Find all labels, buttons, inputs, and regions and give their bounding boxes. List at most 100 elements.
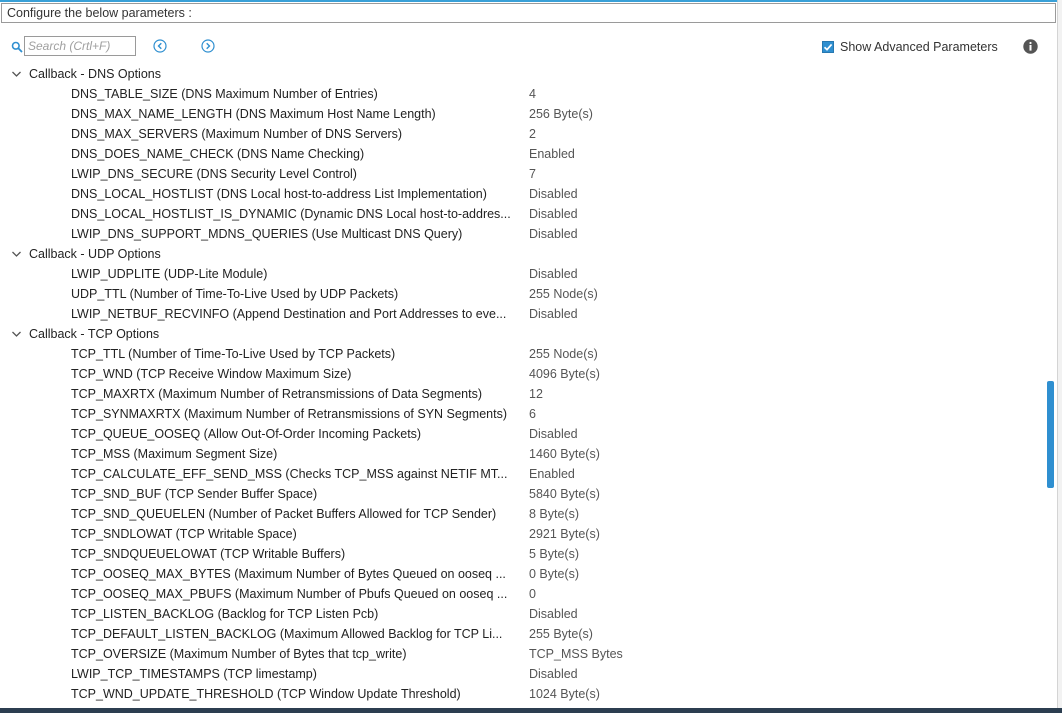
parameter-value[interactable]: 256 Byte(s) (529, 104, 593, 124)
parameter-value[interactable]: 5840 Byte(s) (529, 484, 600, 504)
parameter-name: TCP_MAXRTX (Maximum Number of Retransmis… (71, 387, 482, 401)
parameter-row[interactable]: TCP_OVERSIZE (Maximum Number of Bytes th… (0, 644, 1046, 664)
parameter-row[interactable]: TCP_SND_BUF (TCP Sender Buffer Space) 584… (0, 484, 1046, 504)
parameter-row[interactable]: DNS_MAX_NAME_LENGTH (DNS Maximum Host Na… (0, 104, 1046, 124)
parameter-name: DNS_DOES_NAME_CHECK (DNS Name Checking) (71, 147, 365, 161)
parameter-value[interactable]: 255 Node(s) (529, 344, 598, 364)
top-accent-line (0, 0, 1062, 2)
parameter-row[interactable]: TCP_DEFAULT_LISTEN_BACKLOG (Maximum Allo… (0, 624, 1046, 644)
chevron-down-icon[interactable] (11, 329, 22, 339)
vertical-scrollbar-thumb[interactable] (1047, 381, 1054, 488)
parameter-value[interactable]: Disabled (529, 224, 578, 244)
info-icon[interactable] (1023, 39, 1038, 54)
parameter-value[interactable]: TCP_MSS Bytes (529, 644, 623, 664)
parameter-row[interactable]: TCP_QUEUE_OOSEQ (Allow Out-Of-Order Inco… (0, 424, 1046, 444)
parameter-name: LWIP_DNS_SECURE (DNS Security Level Cont… (71, 167, 357, 181)
parameter-name: LWIP_TCP_TIMESTAMPS (TCP limestamp) (71, 667, 317, 681)
parameter-value[interactable]: 0 Byte(s) (529, 564, 579, 584)
search-input[interactable] (24, 36, 136, 56)
parameter-value[interactable]: 255 Node(s) (529, 284, 598, 304)
parameter-name: TCP_WND (TCP Receive Window Maximum Size… (71, 367, 352, 381)
parameter-row[interactable]: TCP_WND (TCP Receive Window Maximum Size… (0, 364, 1046, 384)
parameter-value[interactable]: Disabled (529, 264, 578, 284)
parameter-row[interactable]: TCP_OOSEQ_MAX_PBUFS (Maximum Number of P… (0, 584, 1046, 604)
parameter-name: TCP_OOSEQ_MAX_PBUFS (Maximum Number of P… (71, 587, 508, 601)
chevron-down-icon[interactable] (11, 249, 22, 259)
group-header[interactable]: Callback - UDP Options (0, 244, 1046, 264)
search-icon (11, 41, 23, 53)
parameter-name: TCP_SYNMAXRTX (Maximum Number of Retrans… (71, 407, 507, 421)
group-header[interactable]: Callback - TCP Options (0, 324, 1046, 344)
parameter-value[interactable]: 12 (529, 384, 543, 404)
window-right-edge (1057, 0, 1062, 713)
parameter-row[interactable]: DNS_LOCAL_HOSTLIST_IS_DYNAMIC (Dynamic D… (0, 204, 1046, 224)
parameter-value[interactable]: Disabled (529, 184, 578, 204)
parameter-value[interactable]: 255 Byte(s) (529, 624, 593, 644)
parameter-value[interactable]: 0 (529, 584, 536, 604)
parameter-row[interactable]: TCP_WND_UPDATE_THRESHOLD (TCP Window Upd… (0, 684, 1046, 704)
parameter-row[interactable]: TCP_SNDQUEUELOWAT (TCP Writable Buffers)… (0, 544, 1046, 564)
parameter-name: UDP_TTL (Number of Time-To-Live Used by … (71, 287, 399, 301)
parameter-value[interactable]: 5 Byte(s) (529, 544, 579, 564)
group-label: Callback - DNS Options (29, 67, 161, 81)
parameter-name: DNS_TABLE_SIZE (DNS Maximum Number of En… (71, 87, 378, 101)
parameter-name: TCP_TTL (Number of Time-To-Live Used by … (71, 347, 396, 361)
parameter-row[interactable]: LWIP_NETBUF_RECVINFO (Append Destination… (0, 304, 1046, 324)
parameter-row[interactable]: TCP_TTL (Number of Time-To-Live Used by … (0, 344, 1046, 364)
parameter-row[interactable]: LWIP_DNS_SUPPORT_MDNS_QUERIES (Use Multi… (0, 224, 1046, 244)
parameter-value[interactable]: 1460 Byte(s) (529, 444, 600, 464)
parameter-value[interactable]: 1024 Byte(s) (529, 684, 600, 704)
parameter-value[interactable]: 2 (529, 124, 536, 144)
parameter-row[interactable]: TCP_SNDLOWAT (TCP Writable Space) 2921 By… (0, 524, 1046, 544)
parameter-row[interactable]: DNS_DOES_NAME_CHECK (DNS Name Checking) E… (0, 144, 1046, 164)
parameter-row[interactable]: DNS_TABLE_SIZE (DNS Maximum Number of En… (0, 84, 1046, 104)
parameter-name: TCP_SNDQUEUELOWAT (TCP Writable Buffers) (71, 547, 346, 561)
parameter-value[interactable]: 7 (529, 164, 536, 184)
parameter-name: TCP_OVERSIZE (Maximum Number of Bytes th… (71, 647, 407, 661)
parameter-row[interactable]: TCP_SYNMAXRTX (Maximum Number of Retrans… (0, 404, 1046, 424)
parameter-value[interactable]: Enabled (529, 464, 575, 484)
parameter-name: TCP_SND_QUEUELEN (Number of Packet Buffe… (71, 507, 497, 521)
parameter-row[interactable]: TCP_MAXRTX (Maximum Number of Retransmis… (0, 384, 1046, 404)
chevron-down-icon[interactable] (11, 69, 22, 79)
show-advanced-checkbox[interactable] (822, 41, 834, 53)
parameter-name: TCP_CALCULATE_EFF_SEND_MSS (Checks TCP_M… (71, 467, 508, 481)
parameter-row[interactable]: LWIP_TCP_TIMESTAMPS (TCP limestamp) Disab… (0, 664, 1046, 684)
show-advanced-label: Show Advanced Parameters (840, 40, 998, 54)
parameter-value[interactable]: Disabled (529, 424, 578, 444)
parameter-row[interactable]: TCP_SND_QUEUELEN (Number of Packet Buffe… (0, 504, 1046, 524)
parameter-value[interactable]: 6 (529, 404, 536, 424)
show-advanced-parameters-toggle[interactable]: Show Advanced Parameters (822, 39, 998, 55)
configure-parameters-header: Configure the below parameters : (1, 3, 1056, 23)
parameter-row[interactable]: TCP_LISTEN_BACKLOG (Backlog for TCP List… (0, 604, 1046, 624)
parameter-row[interactable]: LWIP_UDPLITE (UDP-Lite Module) Disabled (0, 264, 1046, 284)
parameter-value[interactable]: 4 (529, 84, 536, 104)
parameter-name: DNS_LOCAL_HOSTLIST (DNS Local host-to-ad… (71, 187, 487, 201)
parameter-row[interactable]: DNS_MAX_SERVERS (Maximum Number of DNS S… (0, 124, 1046, 144)
group-label: Callback - UDP Options (29, 247, 161, 261)
group-header[interactable]: Callback - DNS Options (0, 64, 1046, 84)
parameter-value[interactable]: Disabled (529, 664, 578, 684)
parameter-row[interactable]: TCP_MSS (Maximum Segment Size) 1460 Byte(… (0, 444, 1046, 464)
parameter-value[interactable]: Enabled (529, 144, 575, 164)
parameter-name: LWIP_UDPLITE (UDP-Lite Module) (71, 267, 268, 281)
parameter-value[interactable]: 8 Byte(s) (529, 504, 579, 524)
parameter-row[interactable]: TCP_OOSEQ_MAX_BYTES (Maximum Number of B… (0, 564, 1046, 584)
parameter-value[interactable]: Disabled (529, 204, 578, 224)
parameter-name: TCP_QUEUE_OOSEQ (Allow Out-Of-Order Inco… (71, 427, 422, 441)
parameter-name: DNS_MAX_SERVERS (Maximum Number of DNS S… (71, 127, 403, 141)
parameter-value[interactable]: Disabled (529, 604, 578, 624)
parameter-value[interactable]: 2921 Byte(s) (529, 524, 600, 544)
parameter-name: DNS_MAX_NAME_LENGTH (DNS Maximum Host Na… (71, 107, 436, 121)
parameter-row[interactable]: DNS_LOCAL_HOSTLIST (DNS Local host-to-ad… (0, 184, 1046, 204)
parameter-row[interactable]: TCP_CALCULATE_EFF_SEND_MSS (Checks TCP_M… (0, 464, 1046, 484)
parameter-value[interactable]: Disabled (529, 304, 578, 324)
parameter-value[interactable]: 4096 Byte(s) (529, 364, 600, 384)
parameter-row[interactable]: UDP_TTL (Number of Time-To-Live Used by … (0, 284, 1046, 304)
next-match-icon[interactable] (201, 39, 215, 53)
parameter-toolbar: Show Advanced Parameters (0, 34, 1062, 60)
previous-match-icon[interactable] (153, 39, 167, 53)
parameter-name: TCP_SNDLOWAT (TCP Writable Space) (71, 527, 297, 541)
parameter-row[interactable]: LWIP_DNS_SECURE (DNS Security Level Cont… (0, 164, 1046, 184)
group-label: Callback - TCP Options (29, 327, 160, 341)
